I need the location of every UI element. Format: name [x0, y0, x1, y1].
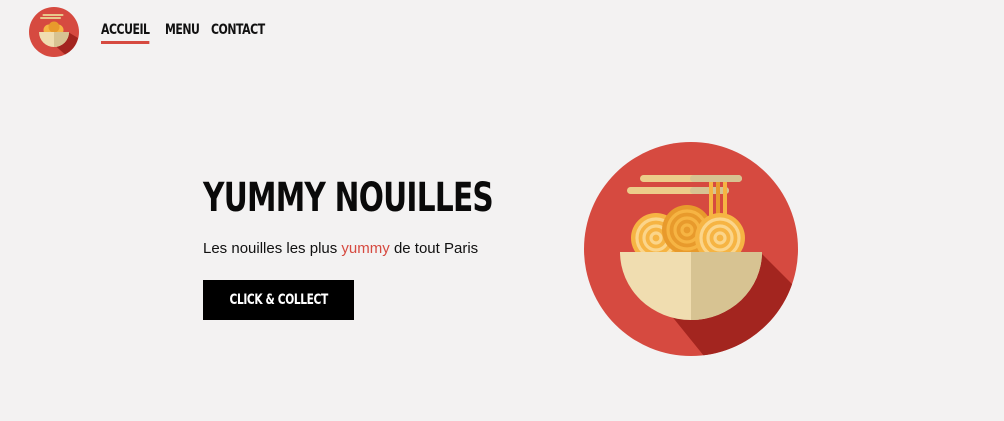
cta-label: CLICK & COLLECT [229, 292, 328, 308]
nav-link-menu[interactable]: MENU [165, 22, 200, 38]
tagline-accent: yummy [341, 240, 390, 257]
logo-noodle-bowl-icon[interactable] [29, 7, 79, 57]
page: ACCUEIL MENU CONTACT YUMMY NOUILLES Les … [0, 0, 1004, 421]
hero-title: YUMMY NOUILLES [203, 175, 494, 221]
hero-tagline: Les nouilles les plus yummy de tout Pari… [203, 240, 478, 257]
nav-link-accueil[interactable]: ACCUEIL [101, 22, 150, 44]
nav-link-contact[interactable]: CONTACT [211, 22, 265, 38]
main-nav: ACCUEIL MENU CONTACT [101, 22, 271, 44]
noodle-bowl-icon [584, 142, 798, 356]
tagline-text-after: de tout Paris [393, 240, 479, 257]
tagline-text-before: Les nouilles les plus [203, 240, 338, 257]
click-and-collect-button[interactable]: CLICK & COLLECT [203, 280, 354, 320]
